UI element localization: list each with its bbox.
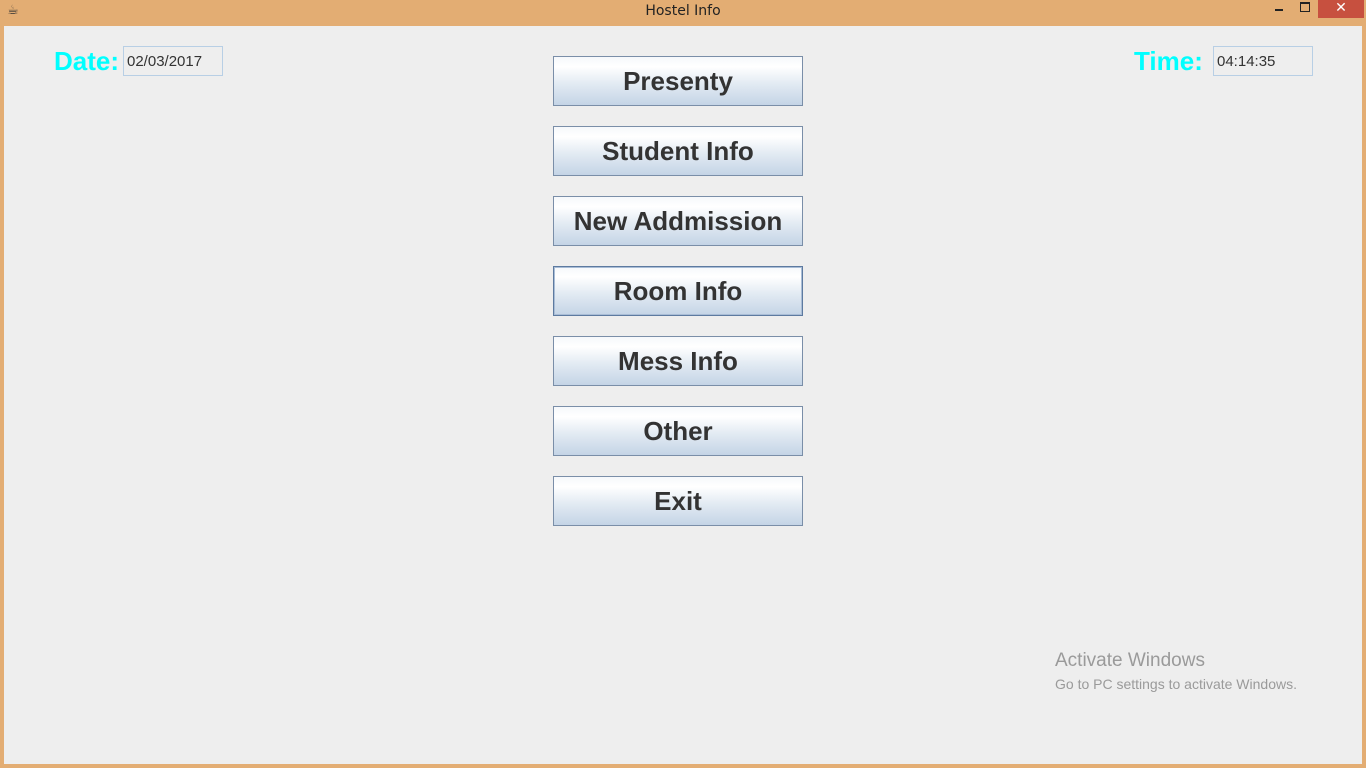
app-window: ☕ Hostel Info ✕ Date: Time: Presenty Stu…	[0, 0, 1366, 768]
close-button[interactable]: ✕	[1318, 0, 1364, 18]
student-info-button[interactable]: Student Info	[553, 126, 803, 176]
room-info-button[interactable]: Room Info	[553, 266, 803, 316]
mess-info-button[interactable]: Mess Info	[553, 336, 803, 386]
time-field[interactable]	[1213, 46, 1313, 76]
main-panel: Date: Time: Presenty Student Info New Ad…	[4, 26, 1362, 764]
other-button[interactable]: Other	[553, 406, 803, 456]
time-label: Time:	[1134, 46, 1203, 76]
presenty-button[interactable]: Presenty	[553, 56, 803, 106]
activate-windows-title: Activate Windows	[1055, 650, 1205, 671]
date-label: Date:	[54, 46, 120, 76]
minimize-button[interactable]	[1266, 0, 1292, 18]
maximize-button[interactable]	[1292, 0, 1318, 18]
window-title: Hostel Info	[645, 3, 721, 19]
date-field[interactable]	[123, 46, 223, 76]
title-bar[interactable]: ☕ Hostel Info ✕	[0, 0, 1366, 24]
activate-windows-subtitle: Go to PC settings to activate Windows.	[1055, 676, 1297, 692]
new-admission-button[interactable]: New Addmission	[553, 196, 803, 246]
exit-button[interactable]: Exit	[553, 476, 803, 526]
